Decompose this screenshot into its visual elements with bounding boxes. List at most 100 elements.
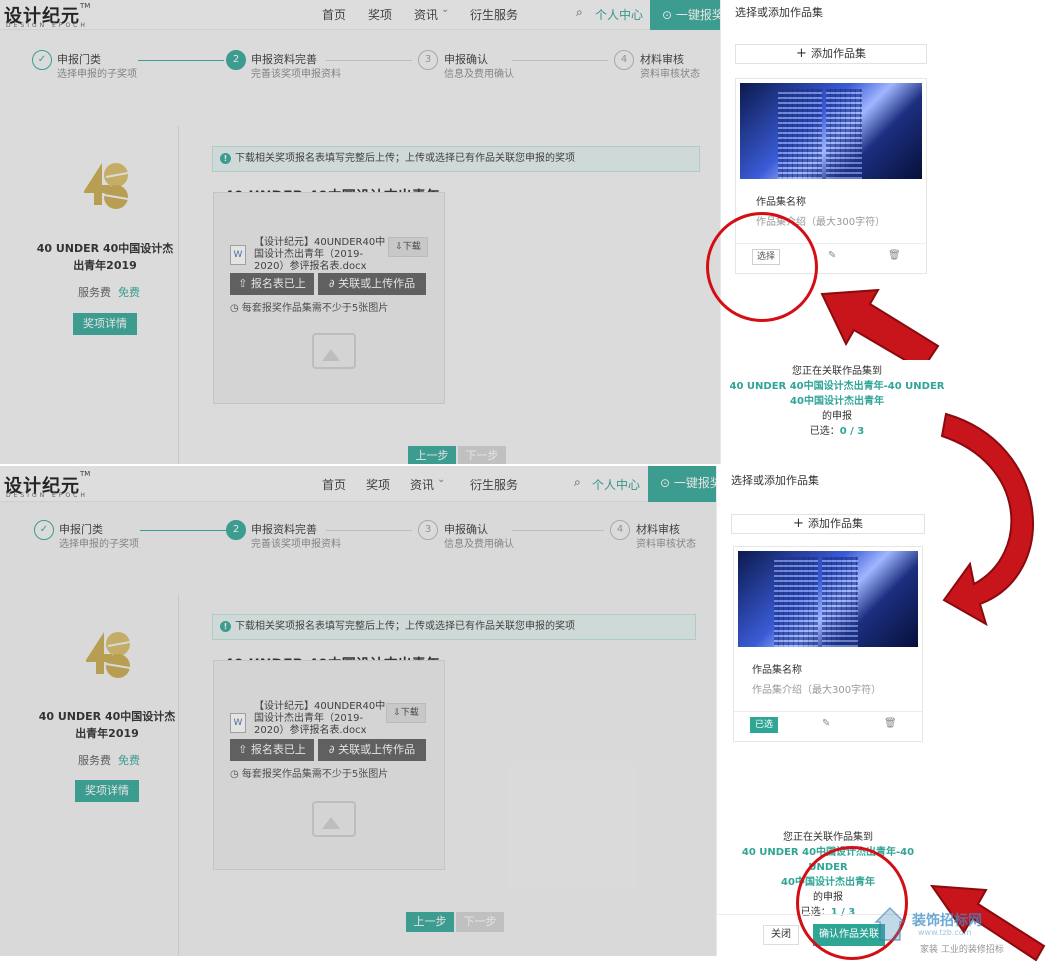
image-placeholder-icon	[312, 333, 356, 369]
step-4-desc: 资料审核状态	[636, 539, 696, 550]
cta-label: 一键报奖	[673, 476, 720, 490]
award-name-line1: 40 UNDER 40中国设计杰	[38, 710, 176, 723]
search-icon[interactable]: ⌕	[576, 5, 583, 20]
info-icon: !	[220, 153, 231, 164]
step-2-desc: 完善该奖项申报资料	[251, 539, 341, 550]
award-name-line2: 出青年2019	[73, 259, 137, 272]
step-connector	[138, 60, 224, 61]
nav-news[interactable]: 资讯	[410, 476, 434, 493]
step-connector	[512, 530, 604, 531]
clock-icon: ◷	[230, 769, 242, 780]
doc-filename-line: 2020）参评报名表.docx	[254, 725, 367, 736]
progress-steps: ✓ 申报门类 选择申报的子奖项 2 申报资料完善 完善该奖项申报资料 3 申报确…	[0, 514, 720, 564]
step-1-check-icon: ✓	[34, 520, 54, 540]
step-connector	[512, 60, 608, 61]
award-detail-button[interactable]: 奖项详情	[73, 313, 137, 335]
word-doc-icon: W	[230, 713, 246, 733]
trophy-40-logo	[86, 632, 131, 678]
award-name-line1: 40 UNDER 40中国设计杰	[36, 242, 174, 255]
collection-cover-image	[740, 83, 922, 179]
paperclip-icon: ∂	[328, 277, 339, 290]
step-3-title: 申报确认	[444, 523, 488, 536]
count-label: 已选：	[809, 426, 840, 437]
hint-text: 每套报奖作品集需不少于5张图片	[241, 769, 389, 780]
doc-filename-line: 国设计杰出青年（2019-	[254, 713, 364, 724]
next-step-button[interactable]: 下一步	[458, 446, 506, 464]
selected-collection-button[interactable]: 已选	[750, 717, 779, 733]
plus-icon: +	[796, 46, 807, 61]
edit-pencil-icon[interactable]: ✎	[828, 250, 836, 261]
prev-step-button[interactable]: 上一步	[408, 446, 456, 464]
add-collection-button[interactable]: + 添加作品集	[735, 44, 927, 64]
brand-tagline: DESIGN EPOCH	[6, 492, 88, 499]
collection-name: 作品集名称	[756, 197, 806, 208]
upload-icon: ⇧	[238, 743, 251, 756]
info-icon: !	[220, 621, 231, 632]
collection-cover-image	[738, 551, 918, 647]
selected-count: 已选：0 / 3	[729, 424, 945, 439]
curved-red-arrow-icon	[940, 412, 1034, 627]
download-icon: ⇩	[395, 242, 403, 252]
nav-home[interactable]: 首页	[322, 6, 346, 23]
fee-value: 免费	[118, 754, 140, 767]
nav-awards[interactable]: 奖项	[368, 6, 392, 23]
nav-user-center[interactable]: 个人中心	[592, 476, 640, 493]
search-icon[interactable]: ⌕	[574, 475, 581, 490]
image-placeholder-icon	[312, 801, 356, 837]
add-collection-label: 添加作品集	[810, 47, 866, 60]
link-info: 您正在关联作品集到 40 UNDER 40中国设计杰出青年-40 UNDER 4…	[729, 364, 945, 439]
upload-form-button[interactable]: ⇧ 报名表已上	[230, 739, 314, 761]
award-name: 40 UNDER 40中国设计杰 出青年2019	[30, 240, 180, 274]
add-collection-button[interactable]: + 添加作品集	[731, 514, 925, 534]
watermark-text: 装饰招标网	[912, 913, 982, 929]
nav-home[interactable]: 首页	[322, 476, 346, 493]
chevron-down-icon: ⌄	[441, 4, 450, 15]
count-value: 0 / 3	[839, 426, 865, 437]
edit-pencil-icon[interactable]: ✎	[822, 718, 830, 729]
trash-icon[interactable]: 🗑	[888, 250, 901, 261]
upload-icon: ⇧	[238, 277, 251, 290]
close-drawer-button[interactable]: 关闭	[763, 925, 799, 945]
next-step-button[interactable]: 下一步	[456, 912, 504, 932]
image-detail	[822, 557, 858, 647]
link-upload-works-button[interactable]: ∂ 关联或上传作品	[318, 739, 426, 761]
trademark-mark: TM	[80, 2, 91, 10]
progress-steps: ✓ 申报门类 选择申报的子奖项 2 申报资料完善 完善该奖项申报资料 3 申报确…	[0, 44, 720, 94]
download-button[interactable]: ⇩下载	[388, 237, 428, 257]
brand-tagline: DESIGN EPOCH	[6, 22, 88, 29]
drawer-title: 选择或添加作品集	[731, 474, 819, 487]
annotation-circle	[706, 212, 818, 322]
fee-value: 免费	[118, 286, 140, 299]
step-3-number: 3	[418, 50, 438, 70]
one-click-submit-button[interactable]: ⊙ 一键报奖	[648, 466, 720, 502]
award-detail-button[interactable]: 奖项详情	[75, 780, 139, 802]
download-button[interactable]: ⇩下载	[386, 703, 426, 723]
image-detail	[774, 557, 818, 647]
collection-name: 作品集名称	[752, 665, 802, 676]
step-3-desc: 信息及费用确认	[444, 539, 514, 550]
step-4-title: 材料审核	[640, 53, 684, 66]
trash-icon[interactable]: 🗑	[884, 718, 897, 729]
nav-services[interactable]: 衍生服务	[470, 476, 518, 493]
prev-step-button[interactable]: 上一步	[406, 912, 454, 932]
info-line: 您正在关联作品集到	[783, 832, 873, 843]
nav-services[interactable]: 衍生服务	[470, 6, 518, 23]
step-1-title: 申报门类	[57, 53, 101, 66]
nav-news[interactable]: 资讯	[414, 6, 438, 23]
image-detail	[826, 89, 862, 179]
word-doc-icon: W	[230, 245, 246, 265]
download-label: 下载	[400, 708, 419, 718]
collection-card[interactable]: 作品集名称 作品集介绍（最大300字符） 已选 ✎ 🗑	[733, 546, 923, 742]
collection-desc: 作品集介绍（最大300字符）	[752, 685, 882, 696]
nav-user-center[interactable]: 个人中心	[595, 6, 643, 23]
step-connector	[140, 530, 226, 531]
one-click-submit-button[interactable]: ⊙ 一键报奖	[650, 0, 720, 30]
step-4-number: 4	[614, 50, 634, 70]
link-upload-works-button[interactable]: ∂ 关联或上传作品	[318, 273, 426, 295]
step-4-desc: 资料审核状态	[640, 69, 700, 80]
hint-text: 每套报奖作品集需不少于5张图片	[241, 303, 389, 314]
nav-awards[interactable]: 奖项	[366, 476, 390, 493]
collection-actions: 已选 ✎ 🗑	[734, 711, 922, 737]
upload-form-button[interactable]: ⇧ 报名表已上	[230, 273, 314, 295]
check-circle-icon: ⊙	[662, 8, 676, 22]
